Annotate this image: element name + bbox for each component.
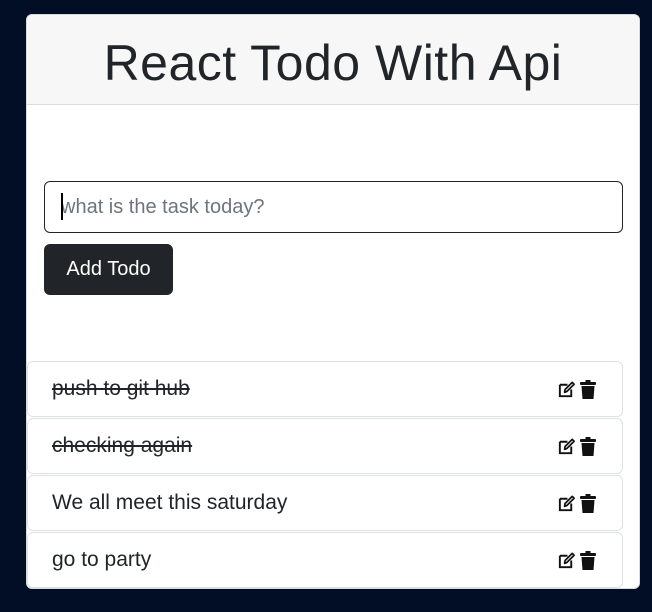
- edit-icon[interactable]: [556, 379, 576, 399]
- task-input[interactable]: [44, 181, 623, 233]
- card-header: React Todo With Api: [27, 15, 639, 105]
- todo-text[interactable]: checking again: [52, 434, 192, 458]
- trash-icon[interactable]: [578, 436, 598, 456]
- todo-card: React Todo With Api Add Todo push to git…: [26, 14, 640, 589]
- trash-icon[interactable]: [578, 550, 598, 570]
- todo-text[interactable]: push to git hub: [52, 377, 190, 401]
- todo-actions: [556, 379, 598, 399]
- page-title: React Todo With Api: [103, 34, 563, 91]
- text-caret: [61, 193, 63, 220]
- trash-icon[interactable]: [578, 493, 598, 513]
- edit-icon[interactable]: [556, 550, 576, 570]
- add-todo-button[interactable]: Add Todo: [44, 244, 173, 295]
- todo-text[interactable]: We all meet this saturday: [52, 491, 287, 515]
- todo-item[interactable]: checking again: [27, 418, 623, 474]
- todo-list: push to git hub checking again We all me…: [27, 361, 623, 588]
- todo-item[interactable]: go to party: [27, 532, 623, 588]
- trash-icon[interactable]: [578, 379, 598, 399]
- todo-item[interactable]: We all meet this saturday: [27, 475, 623, 531]
- edit-icon[interactable]: [556, 436, 576, 456]
- todo-actions: [556, 493, 598, 513]
- todo-actions: [556, 550, 598, 570]
- todo-actions: [556, 436, 598, 456]
- todo-item[interactable]: push to git hub: [27, 361, 623, 417]
- edit-icon[interactable]: [556, 493, 576, 513]
- todo-text[interactable]: go to party: [52, 548, 151, 572]
